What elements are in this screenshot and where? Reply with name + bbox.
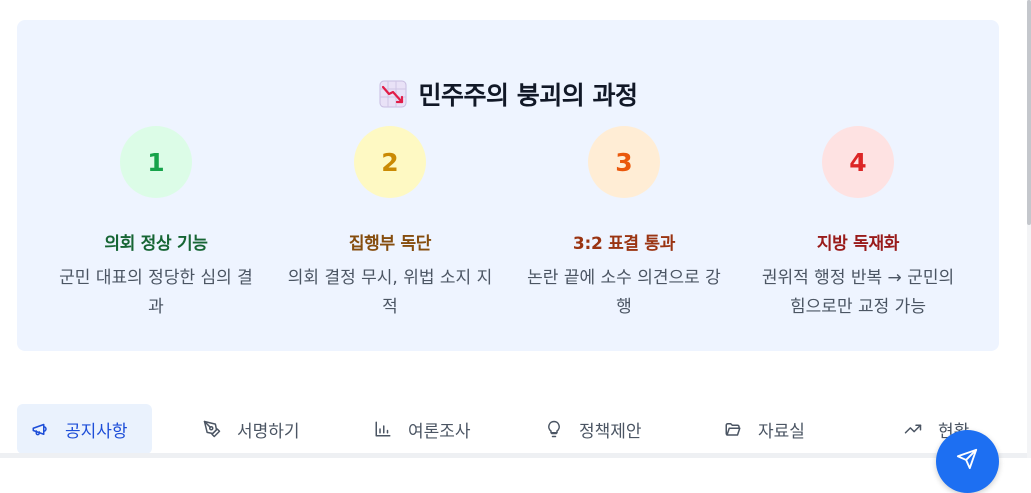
previous-card-bottom — [17, 0, 999, 6]
tab-label: 정책제안 — [579, 421, 642, 442]
scrollbar-thumb[interactable] — [1027, 0, 1031, 225]
tab-sign[interactable]: 서명하기 — [203, 404, 300, 454]
step-title: 3:2 표결 통과 — [572, 234, 676, 254]
bar-chart-icon — [375, 421, 391, 437]
floating-send-button[interactable] — [936, 430, 999, 493]
tab-label: 여론조사 — [408, 421, 471, 442]
tab-label: 공지사항 — [65, 421, 128, 442]
trending-up-icon — [904, 424, 922, 434]
step-title: 지방 독재화 — [816, 234, 900, 254]
step-title: 집행부 독단 — [348, 234, 432, 254]
step-title: 의회 정상 기능 — [104, 234, 208, 254]
step-2: 2 집행부 독단 의회 결정 무시, 위법 소지 지적 — [273, 126, 507, 322]
chart-decreasing-icon — [379, 80, 407, 108]
tab-poll[interactable]: 여론조사 — [374, 404, 471, 454]
step-number-badge: 3 — [588, 126, 660, 198]
step-number-badge: 1 — [120, 126, 192, 198]
send-icon — [956, 448, 978, 470]
section-title: 민주주의 붕괴의 과정 — [17, 76, 999, 112]
collapse-process-card: 민주주의 붕괴의 과정 1 의회 정상 기능 군민 대표의 정당한 심의 결과 … — [17, 20, 999, 351]
tab-bar: 공지사항 서명하기 여론조사 정책제안 자료실 현황 — [17, 404, 1031, 454]
section-title-text: 민주주의 붕괴의 과정 — [418, 81, 638, 110]
tab-label: 자료실 — [758, 421, 805, 442]
step-4: 4 지방 독재화 권위적 행정 반복 → 군민의 힘으로만 교정 가능 — [741, 126, 975, 322]
tab-label: 서명하기 — [237, 421, 300, 442]
tab-proposal[interactable]: 정책제안 — [545, 404, 642, 454]
step-description: 의회 결정 무시, 위법 소지 지적 — [287, 268, 493, 317]
step-1: 1 의회 정상 기능 군민 대표의 정당한 심의 결과 — [39, 126, 273, 322]
folder-open-icon — [725, 423, 741, 436]
step-number-badge: 2 — [354, 126, 426, 198]
lightbulb-icon — [548, 420, 560, 438]
step-description: 논란 끝에 소수 의견으로 강행 — [527, 268, 721, 317]
pen-icon — [203, 420, 221, 438]
megaphone-icon — [32, 423, 47, 436]
step-number-badge: 4 — [822, 126, 894, 198]
bottom-divider — [0, 453, 1031, 458]
tab-resources[interactable]: 자료실 — [724, 404, 805, 454]
step-description: 권위적 행정 반복 → 군민의 힘으로만 교정 가능 — [761, 268, 955, 317]
step-description: 군민 대표의 정당한 심의 결과 — [59, 268, 253, 317]
tab-notices[interactable]: 공지사항 — [17, 404, 152, 454]
step-3: 3 3:2 표결 통과 논란 끝에 소수 의견으로 강행 — [507, 126, 741, 322]
